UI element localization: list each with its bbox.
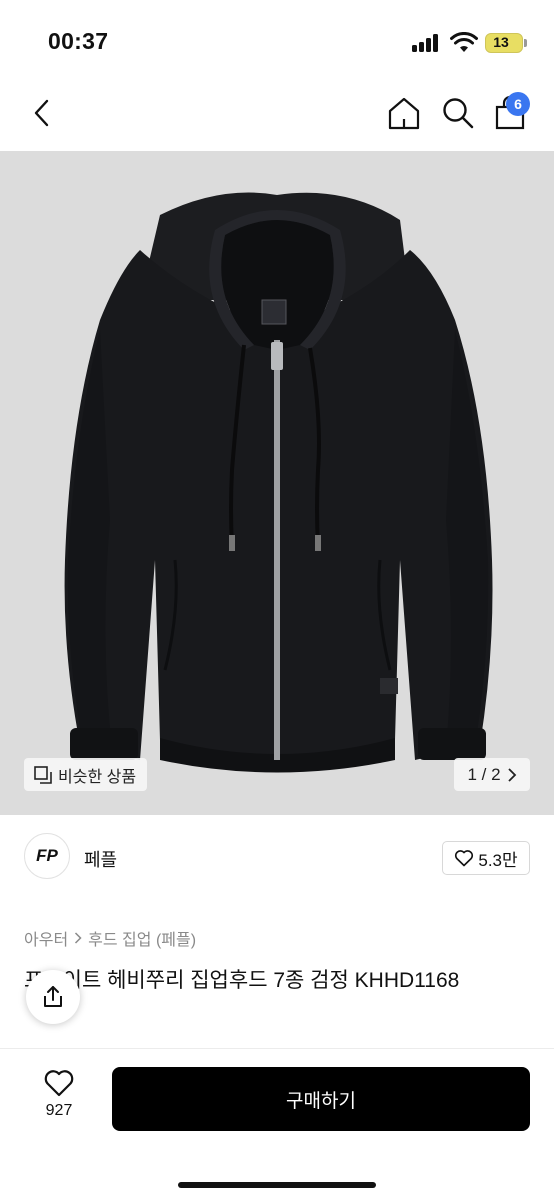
hoodie-image	[64, 192, 493, 773]
cart-count-badge: 6	[506, 92, 530, 116]
heart-icon	[44, 1070, 74, 1097]
product-image[interactable]	[0, 151, 554, 815]
wish-count: 927	[45, 1102, 73, 1119]
home-button[interactable]	[386, 95, 422, 131]
chevron-right-icon	[75, 932, 82, 944]
bottom-divider	[0, 1048, 554, 1049]
battery-icon: 13	[485, 33, 523, 53]
wifi-icon	[450, 32, 478, 52]
cellular-signal-icon	[412, 34, 442, 52]
seller-row: FP 페플 5.3만	[0, 815, 554, 901]
breadcrumb-subcategory[interactable]: 후드 집업 (페플)	[88, 926, 196, 950]
battery-tip	[524, 39, 527, 47]
product-title: 프로이트 헤비쭈리 집업후드 7종 검정 KHHD1168	[24, 969, 460, 992]
status-time: 00:37	[48, 28, 109, 54]
breadcrumb-category[interactable]: 아우터	[24, 926, 68, 950]
image-page-text: 1 / 2	[467, 764, 501, 784]
home-indicator	[178, 1182, 376, 1188]
shop-like-count: 5.3만	[478, 850, 518, 870]
image-page-indicator[interactable]: 1 / 2	[454, 758, 530, 791]
battery-level: 13	[493, 34, 509, 50]
share-icon	[44, 986, 62, 1007]
nav-header	[0, 86, 554, 150]
similar-products-label: 비슷한 상품	[58, 768, 137, 786]
seller-logo[interactable]: FP	[24, 833, 70, 879]
seller-name[interactable]: 페플	[84, 846, 117, 872]
breadcrumb: 아우터 후드 집업 (페플)	[24, 926, 196, 950]
heart-icon	[455, 850, 474, 867]
buy-button[interactable]: 구매하기	[112, 1067, 530, 1131]
share-button[interactable]	[26, 970, 80, 1024]
status-bar: 00:37 13	[0, 0, 554, 86]
similar-products-button[interactable]: 비슷한 상품	[24, 758, 148, 791]
similar-products-icon	[34, 765, 52, 784]
wish-button[interactable]: 927	[30, 1068, 88, 1130]
shop-like-button[interactable]: 5.3만	[442, 841, 530, 875]
back-button[interactable]	[26, 96, 60, 130]
chevron-right-icon	[507, 767, 516, 782]
search-button[interactable]	[440, 95, 476, 131]
